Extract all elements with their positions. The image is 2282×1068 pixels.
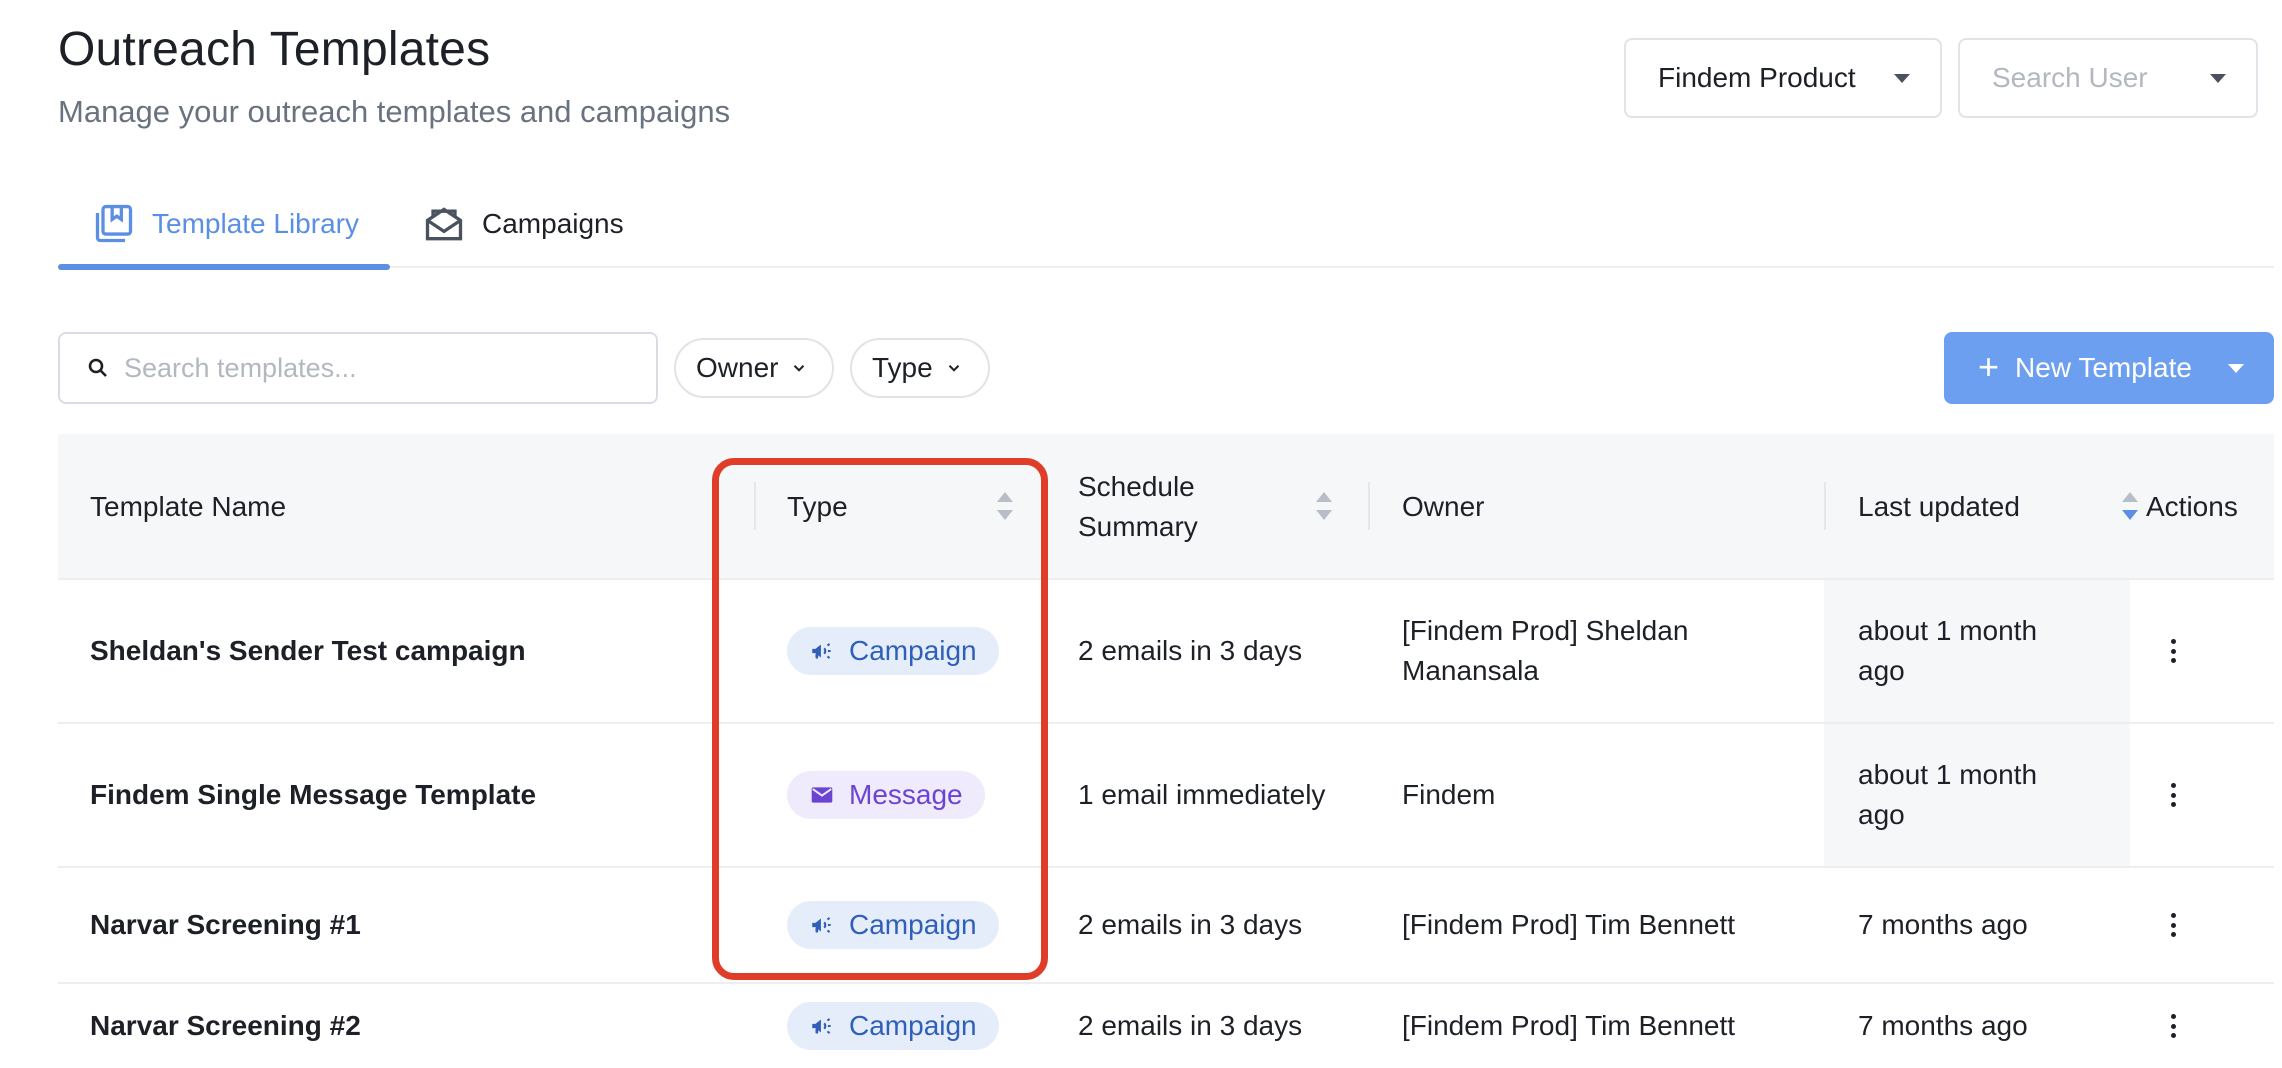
sort-icon[interactable] xyxy=(997,492,1013,520)
more-actions-icon[interactable] xyxy=(2158,780,2188,810)
page-title: Outreach Templates xyxy=(58,23,491,76)
template-name[interactable]: Findem Single Message Template xyxy=(90,724,730,866)
table-row[interactable]: Narvar Screening #1 Campaign 2 emails in… xyxy=(58,868,2274,984)
column-header-owner[interactable]: Owner xyxy=(1402,434,1702,580)
new-template-label: New Template xyxy=(2015,352,2192,383)
row-actions-cell xyxy=(2158,984,2218,1068)
search-user-placeholder: Search User xyxy=(1992,62,2148,93)
row-actions-cell xyxy=(2158,580,2218,722)
chevron-down-icon xyxy=(794,365,805,372)
more-actions-icon[interactable] xyxy=(2158,910,2188,940)
more-actions-icon[interactable] xyxy=(2158,1011,2188,1041)
template-name[interactable]: Narvar Screening #1 xyxy=(90,868,730,982)
tab-campaigns-label: Campaigns xyxy=(482,208,624,239)
last-updated: about 1 month ago xyxy=(1824,724,2130,866)
type-cell: Campaign xyxy=(787,984,1047,1068)
type-badge-campaign: Campaign xyxy=(787,901,999,949)
type-cell: Campaign xyxy=(787,580,1047,722)
column-header-type[interactable]: Type xyxy=(787,434,1013,580)
column-header-schedule-summary[interactable]: Schedule Summary xyxy=(1078,434,1332,580)
table-header: Template Name Type Schedule Summary Owne… xyxy=(58,434,2274,580)
owner-name: [Findem Prod] Tim Bennett xyxy=(1402,909,1736,940)
last-updated: 7 months ago xyxy=(1858,1010,2028,1041)
schedule-summary: 2 emails in 3 days xyxy=(1078,909,1303,940)
envelope-open-icon xyxy=(425,207,463,241)
owner-filter-label: Owner xyxy=(696,352,779,383)
owner-filter-button[interactable]: Owner xyxy=(674,338,834,398)
chevron-down-icon xyxy=(948,365,959,372)
table-row[interactable]: Sheldan's Sender Test campaign Campaign … xyxy=(58,580,2274,724)
column-header-last-updated[interactable]: Last updated xyxy=(1858,434,2138,580)
owner-name: Findem xyxy=(1402,779,1496,810)
column-divider xyxy=(754,482,756,530)
column-header-actions: Actions xyxy=(2146,491,2238,522)
table-row[interactable]: Findem Single Message Template Message 1… xyxy=(58,724,2274,868)
last-updated: about 1 month ago xyxy=(1824,580,2130,722)
template-name[interactable]: Sheldan's Sender Test campaign xyxy=(90,580,730,722)
type-badge-campaign: Campaign xyxy=(787,627,999,675)
column-divider xyxy=(1824,482,1826,530)
type-badge-message: Message xyxy=(787,771,985,819)
page-subtitle: Manage your outreach templates and campa… xyxy=(58,94,731,129)
caret-down-icon xyxy=(2210,73,2226,83)
owner-name: [Findem Prod] Tim Bennett xyxy=(1402,1010,1736,1041)
megaphone-icon xyxy=(812,643,831,659)
last-updated: 7 months ago xyxy=(1858,909,2028,940)
sort-icon[interactable] xyxy=(1316,492,1332,520)
new-template-button[interactable]: + New Template xyxy=(1944,332,2274,404)
tab-bar: Template Library Campaigns xyxy=(58,180,2274,270)
search-templates-input[interactable] xyxy=(124,352,644,384)
table-row[interactable]: Narvar Screening #2 Campaign 2 emails in… xyxy=(58,984,2274,1068)
schedule-summary: 2 emails in 3 days xyxy=(1078,1010,1303,1041)
tab-template-library[interactable]: Template Library xyxy=(58,180,390,270)
row-actions-cell xyxy=(2158,868,2218,982)
type-badge-campaign: Campaign xyxy=(787,1002,999,1050)
envelope-icon xyxy=(811,787,833,803)
templates-table: Template Name Type Schedule Summary Owne… xyxy=(58,434,2274,1068)
caret-down-icon[interactable] xyxy=(2228,363,2244,373)
more-actions-icon[interactable] xyxy=(2158,636,2188,666)
search-icon xyxy=(88,358,107,377)
megaphone-icon xyxy=(812,1018,831,1034)
template-name[interactable]: Narvar Screening #2 xyxy=(90,984,730,1068)
search-templates-box xyxy=(58,332,658,404)
row-actions-cell xyxy=(2158,724,2218,866)
schedule-summary: 1 email immediately xyxy=(1078,779,1326,810)
megaphone-icon xyxy=(812,917,831,933)
schedule-summary: 2 emails in 3 days xyxy=(1078,635,1303,666)
owner-name: [Findem Prod] Sheldan Manansala xyxy=(1402,615,1689,686)
caret-down-icon xyxy=(1894,73,1910,83)
product-selector-dropdown[interactable]: Findem Product xyxy=(1624,38,1942,118)
column-divider xyxy=(1368,482,1370,530)
product-selector-label: Findem Product xyxy=(1658,62,1856,93)
type-cell: Message xyxy=(787,724,1047,866)
type-cell: Campaign xyxy=(787,868,1047,982)
tab-template-library-label: Template Library xyxy=(152,208,359,239)
sort-icon[interactable] xyxy=(2122,492,2138,520)
type-filter-button[interactable]: Type xyxy=(850,338,990,398)
plus-icon: + xyxy=(1978,345,2000,387)
tab-campaigns[interactable]: Campaigns xyxy=(422,180,652,268)
search-user-dropdown[interactable]: Search User xyxy=(1958,38,2258,118)
book-icon xyxy=(95,204,133,243)
column-header-template-name[interactable]: Template Name xyxy=(90,434,780,580)
type-filter-label: Type xyxy=(872,352,933,383)
